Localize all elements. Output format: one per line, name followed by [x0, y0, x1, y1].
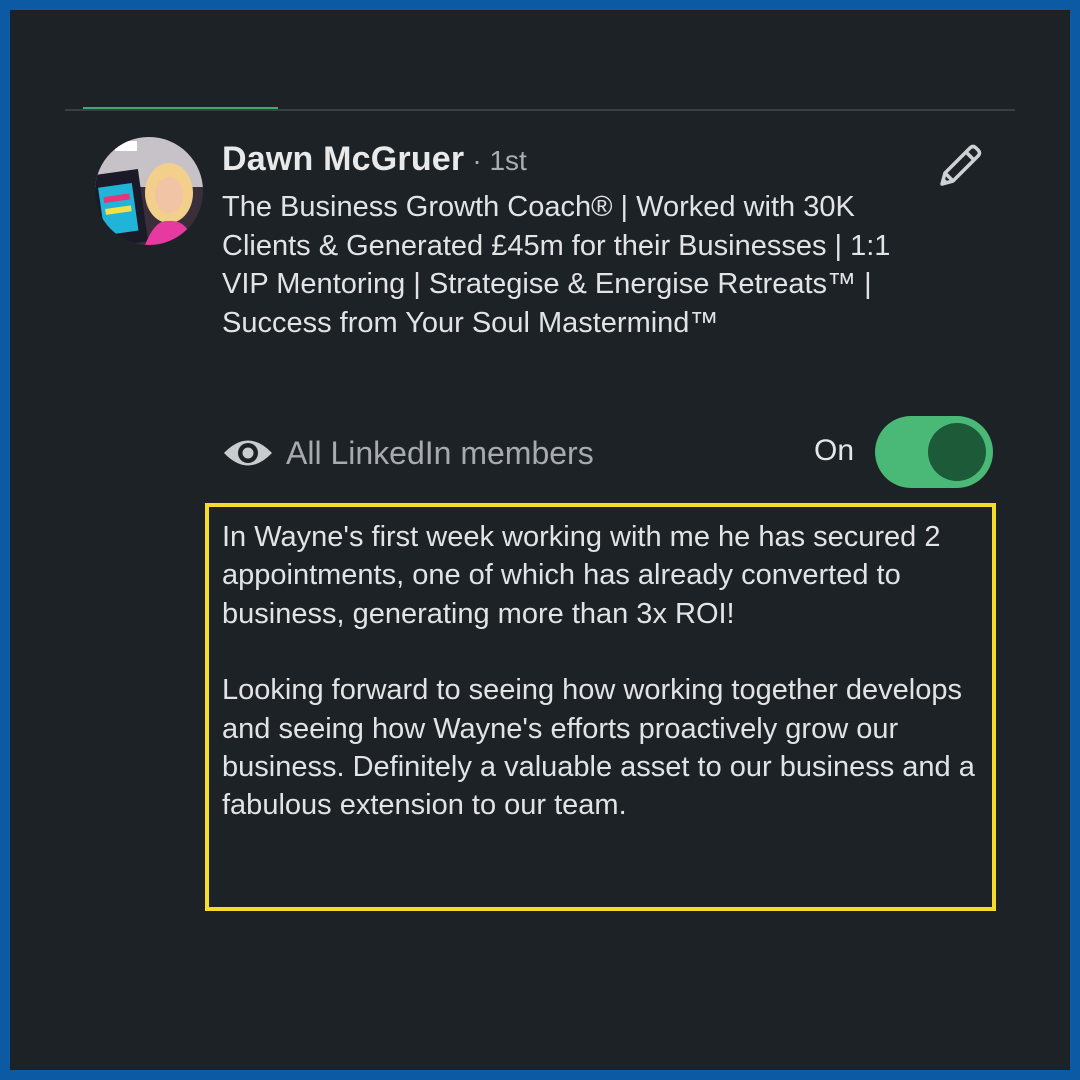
- active-tab-indicator: [83, 107, 278, 109]
- screenshot-frame: Dawn McGruer · 1st The Business Growth Co…: [0, 0, 1080, 1080]
- toggle-knob: [928, 423, 986, 481]
- recommendation-paragraph: In Wayne's first week working with me he…: [222, 521, 941, 630]
- recommendation-paragraph: Looking forward to seeing how working to…: [222, 674, 975, 822]
- edit-button[interactable]: [932, 138, 988, 194]
- toggle-state-label: On: [814, 434, 855, 467]
- profile-name[interactable]: Dawn McGruer: [222, 140, 464, 178]
- visibility-label: All LinkedIn members: [286, 434, 594, 471]
- recommendation-text: In Wayne's first week working with me he…: [222, 518, 992, 825]
- connection-degree: · 1st: [472, 145, 527, 176]
- visibility-toggle[interactable]: [875, 416, 993, 488]
- profile-headline: The Business Growth Coach® | Worked with…: [222, 191, 891, 339]
- avatar[interactable]: [95, 137, 203, 245]
- eye-icon: [224, 440, 272, 466]
- profile-photo-icon: [95, 137, 203, 245]
- profile-name-row: Dawn McGruer · 1st: [222, 140, 527, 179]
- pencil-icon: [940, 144, 982, 186]
- tab-divider: [65, 109, 1015, 111]
- visibility-setting: All LinkedIn members: [222, 430, 594, 476]
